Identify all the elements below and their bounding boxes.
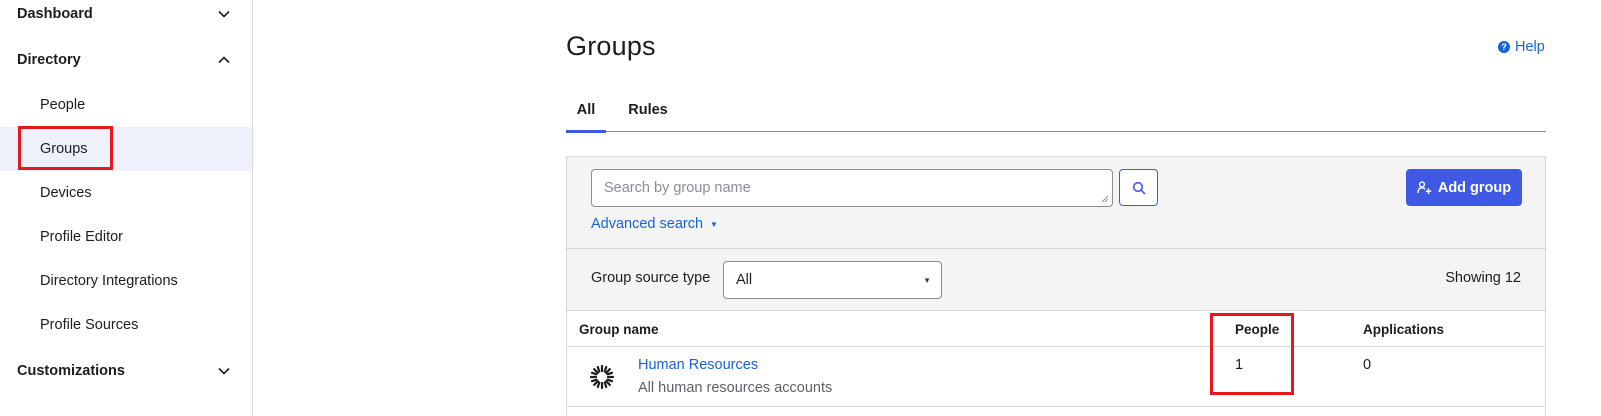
add-group-button[interactable]: Add group bbox=[1406, 169, 1522, 206]
sidebar-item-label: Profile Editor bbox=[40, 229, 124, 245]
chevron-down-icon bbox=[218, 8, 230, 20]
caret-down-icon: ▼ bbox=[923, 275, 931, 285]
sidebar-item-people[interactable]: People bbox=[0, 83, 252, 127]
applications-count: 0 bbox=[1363, 357, 1372, 373]
sidebar-section-label: Dashboard bbox=[17, 6, 93, 22]
group-source-type-label: Group source type bbox=[591, 270, 711, 286]
sidebar-item-profile-editor[interactable]: Profile Editor bbox=[0, 215, 252, 259]
add-group-icon bbox=[1417, 180, 1432, 194]
column-header-group-name[interactable]: Group name bbox=[579, 322, 659, 337]
help-icon: ? bbox=[1498, 41, 1510, 53]
group-icon bbox=[589, 364, 615, 390]
sidebar-section-label: Directory bbox=[17, 52, 81, 68]
search-button[interactable] bbox=[1119, 169, 1158, 206]
chevron-down-icon bbox=[218, 365, 230, 377]
tab-label: All bbox=[576, 102, 596, 118]
search-field bbox=[591, 169, 1113, 207]
results-count: Showing 12 bbox=[1445, 270, 1521, 286]
page-title: Groups bbox=[566, 31, 656, 61]
group-description: All human resources accounts bbox=[638, 380, 833, 396]
sidebar-item-label: Profile Sources bbox=[40, 317, 139, 333]
tab-all[interactable]: All bbox=[566, 88, 606, 133]
column-header-applications[interactable]: Applications bbox=[1363, 322, 1444, 337]
chevron-up-icon bbox=[218, 54, 230, 66]
caret-down-icon: ▼ bbox=[710, 219, 718, 229]
app-root: Dashboard Directory People Groups Device… bbox=[0, 0, 1601, 416]
sidebar-section-directory[interactable]: Directory bbox=[0, 40, 252, 80]
sidebar-item-profile-sources[interactable]: Profile Sources bbox=[0, 303, 252, 347]
select-value: All bbox=[736, 272, 753, 288]
tab-bar: All Rules bbox=[566, 88, 1546, 133]
tab-label: Rules bbox=[628, 102, 668, 118]
sidebar-section-customizations[interactable]: Customizations bbox=[0, 351, 252, 391]
group-name-link[interactable]: Human Resources bbox=[638, 357, 758, 373]
sidebar-item-label: Groups bbox=[40, 141, 88, 157]
help-label: Help bbox=[1515, 39, 1545, 55]
groups-table: Group name People Applications Human Res… bbox=[567, 310, 1545, 416]
sidebar: Dashboard Directory People Groups Device… bbox=[0, 0, 253, 416]
filter-bar: Group source type All ▼ Showing 12 bbox=[567, 248, 1545, 310]
tab-rules[interactable]: Rules bbox=[628, 88, 668, 132]
sidebar-section-label: Customizations bbox=[17, 363, 125, 379]
advanced-search-label: Advanced search bbox=[591, 216, 704, 232]
group-source-type-select[interactable]: All ▼ bbox=[723, 261, 942, 299]
groups-panel: Advanced search ▼ Add group Group source… bbox=[566, 156, 1546, 416]
help-link[interactable]: ? Help bbox=[1498, 39, 1545, 55]
table-row: Human Resources All human resources acco… bbox=[567, 347, 1545, 407]
resize-grip-icon[interactable] bbox=[1101, 195, 1109, 203]
search-icon bbox=[1132, 181, 1145, 194]
add-group-label: Add group bbox=[1437, 179, 1512, 196]
sidebar-item-directory-integrations[interactable]: Directory Integrations bbox=[0, 259, 252, 303]
sidebar-item-groups[interactable]: Groups bbox=[0, 127, 252, 171]
sidebar-item-label: Devices bbox=[40, 185, 92, 201]
sidebar-item-label: Directory Integrations bbox=[40, 273, 178, 289]
people-count: 1 bbox=[1235, 357, 1244, 373]
sidebar-section-dashboard[interactable]: Dashboard bbox=[0, 0, 252, 34]
column-header-people[interactable]: People bbox=[1235, 322, 1279, 337]
sidebar-item-label: People bbox=[40, 97, 86, 113]
search-input[interactable] bbox=[592, 170, 1112, 206]
sidebar-item-devices[interactable]: Devices bbox=[0, 171, 252, 215]
advanced-search-link[interactable]: Advanced search ▼ bbox=[591, 216, 718, 232]
